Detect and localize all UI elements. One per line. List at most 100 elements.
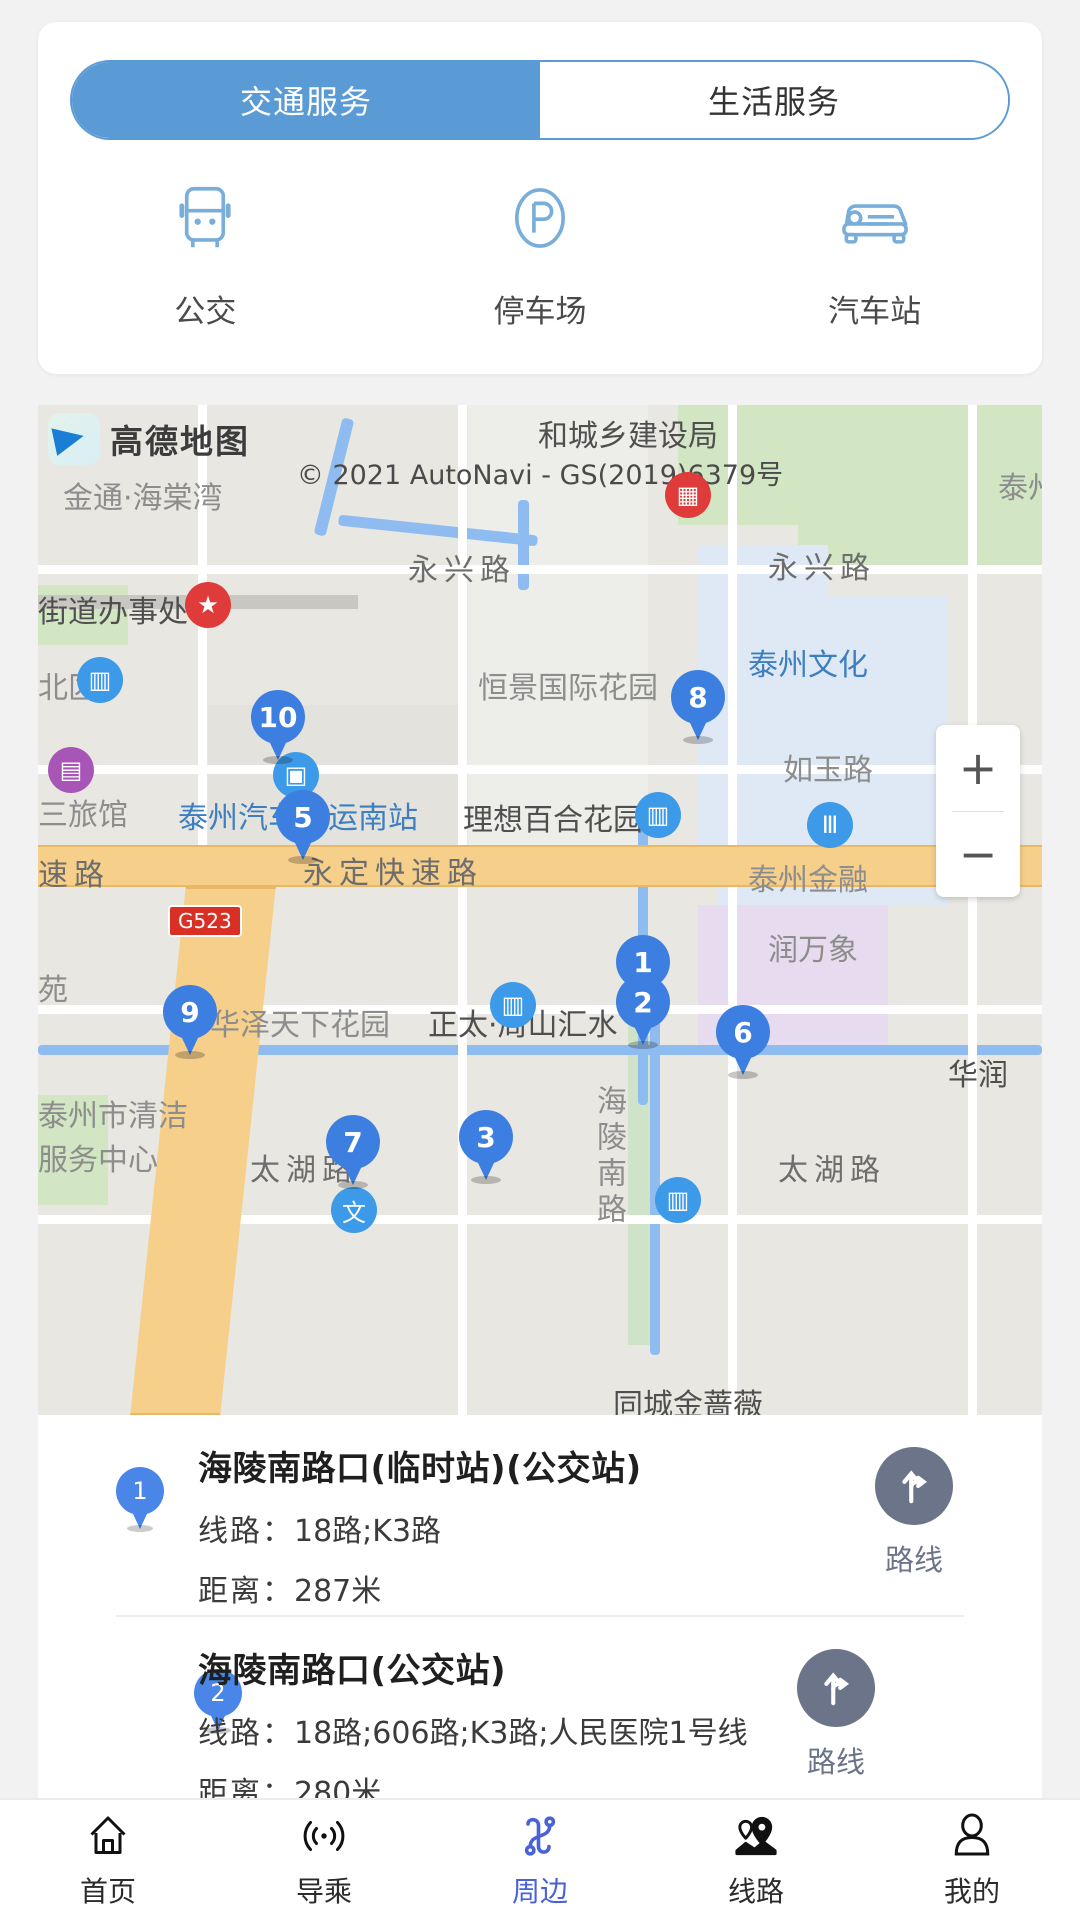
nav-item-lines-label: 线路 — [727, 1875, 784, 1908]
map-label: 街道办事处 — [38, 595, 188, 630]
nav-item-profile[interactable]: 我的 — [864, 1800, 1080, 1920]
map-label: 如玉路 — [783, 753, 873, 788]
map-pin[interactable]: 7 — [326, 1115, 380, 1189]
nav-item-nearby-label: 周边 — [511, 1875, 568, 1908]
route-button-label: 路线 — [806, 1745, 865, 1779]
route-button-label: 路线 — [884, 1543, 943, 1577]
metro-icon[interactable]: Ⅲ — [807, 802, 853, 848]
result-lines-row: 线路：18路;K3路 — [198, 1506, 842, 1550]
map-pin-shadow — [338, 1181, 368, 1189]
result-distance-value: 280米 — [294, 1776, 382, 1800]
map-label: 永兴路 — [768, 551, 876, 586]
signal-icon — [300, 1810, 348, 1862]
quick-action-car-station-label: 汽车站 — [828, 294, 922, 330]
tab-traffic-service-label: 交通服务 — [239, 83, 372, 121]
culture-icon[interactable]: 文 — [331, 1187, 377, 1233]
map-pin[interactable]: 3 — [459, 1110, 513, 1184]
map-label: 永定快速路 — [303, 856, 483, 891]
map-pin[interactable]: 8 — [671, 670, 725, 744]
nav-item-profile-label: 我的 — [943, 1875, 1000, 1908]
map-label: 和城乡建设局 — [538, 419, 718, 454]
building-icon[interactable]: ▥ — [655, 1177, 701, 1223]
result-title: 海陵南路口(临时站)(公交站) — [198, 1449, 642, 1489]
map-pin[interactable]: 5 — [276, 790, 330, 864]
nearby-results-list[interactable]: 1 海陵南路口(临时站)(公交站) 线路：18路;K3路 距离：287米 路线 … — [38, 1415, 1042, 1800]
tab-life-service[interactable]: 生活服务 — [540, 62, 1008, 138]
nav-item-nearby[interactable]: 周边 — [432, 1800, 648, 1920]
tab-life-service-label: 生活服务 — [707, 83, 840, 121]
route-fork-icon — [797, 1649, 875, 1727]
map-label: 苑 — [38, 973, 68, 1008]
quick-action-bus[interactable]: 公交 — [38, 172, 373, 331]
nearby-icon — [516, 1810, 564, 1862]
school-icon[interactable]: ▥ — [635, 792, 681, 838]
list-item[interactable]: 1 海陵南路口(临时站)(公交站) 线路：18路;K3路 距离：287米 路线 — [38, 1415, 1042, 1615]
map-pin[interactable]: 10 — [251, 690, 305, 764]
map-zoom-in-button[interactable]: + — [936, 725, 1020, 811]
home-icon — [84, 1810, 132, 1862]
map-label: 泰州 — [998, 471, 1042, 506]
map-zoom-controls[interactable]: + − — [936, 725, 1020, 897]
list-item[interactable]: 2 海陵南路口(公交站) 线路：18路;606路;K3路;人民医院1号线 距离：… — [116, 1615, 964, 1800]
lines-icon — [731, 1810, 781, 1862]
map-pin-shadow — [471, 1176, 501, 1184]
map-label: 润万象 — [768, 933, 858, 968]
hotel-icon[interactable]: ▤ — [48, 747, 94, 793]
result-lines-row: 线路：18路;606路;K3路;人民医院1号线 — [198, 1708, 842, 1752]
highway-shield-g523: G523 — [168, 905, 242, 937]
map-label: 华泽天下花园 — [210, 1008, 390, 1043]
result-lines-value: 18路;K3路 — [294, 1514, 442, 1549]
mall-icon[interactable]: ▥ — [490, 982, 536, 1028]
map-pin-shadow — [628, 1041, 658, 1049]
result-lines-label: 线路： — [198, 1514, 294, 1549]
result-distance-row: 距离：280米 — [198, 1768, 842, 1800]
amap-logo: 高德地图 — [48, 413, 250, 465]
map-pin-shadow — [175, 1051, 205, 1059]
map-copyright: © 2021 AutoNavi - GS(2019)6379号 — [296, 460, 784, 491]
quick-action-car-station[interactable]: 汽车站 — [707, 172, 1042, 331]
route-button[interactable]: 路线 — [766, 1649, 906, 1781]
map-label: 泰州文化 — [748, 648, 868, 683]
building-icon[interactable]: ▥ — [77, 657, 123, 703]
service-tab-switch[interactable]: 交通服务 生活服务 — [70, 60, 1010, 140]
map-pin-shadow — [263, 756, 293, 764]
map-pin[interactable]: 6 — [716, 1005, 770, 1079]
map-canvas: G523 高德地图 © 2021 AutoNavi - GS(2019)6379… — [38, 405, 1042, 1415]
route-fork-icon — [875, 1447, 953, 1525]
map-pin[interactable]: 9 — [163, 985, 217, 1059]
bottom-navigation: 首页 导乘 周边 线路 我的 — [0, 1798, 1080, 1920]
map-label: 金通·海棠湾 — [63, 481, 223, 516]
map-label: 速路 — [38, 858, 110, 893]
car-station-icon — [829, 172, 921, 264]
map-label: 永兴路 — [408, 553, 516, 588]
map-label: 恒景国际花园 — [478, 671, 658, 706]
bank-icon[interactable]: ▦ — [665, 472, 711, 518]
quick-action-bus-label: 公交 — [174, 294, 237, 330]
quick-action-parking-label: 停车场 — [493, 294, 587, 330]
result-distance-value: 287米 — [294, 1574, 382, 1609]
tab-traffic-service[interactable]: 交通服务 — [72, 62, 540, 138]
result-lines-label: 线路： — [198, 1716, 294, 1751]
result-lines-value: 18路;606路;K3路;人民医院1号线 — [294, 1716, 748, 1751]
map-label: 太湖路 — [778, 1153, 886, 1188]
amap-logo-text: 高德地图 — [110, 422, 250, 461]
map-label: 同城金蔷薇 — [613, 1388, 763, 1415]
result-title: 海陵南路口(公交站) — [198, 1651, 507, 1691]
app-root: 交通服务 生活服务 公交 停车场 汽车站 G523 高德地图 © 2021 Au… — [0, 0, 1080, 1920]
result-distance-label: 距离： — [198, 1574, 294, 1609]
map-zoom-out-button[interactable]: − — [936, 812, 1020, 898]
map-view[interactable]: G523 高德地图 © 2021 AutoNavi - GS(2019)6379… — [38, 405, 1042, 1415]
nav-item-home[interactable]: 首页 — [0, 1800, 216, 1920]
amap-logo-icon — [48, 413, 100, 465]
quick-action-parking[interactable]: 停车场 — [373, 172, 708, 331]
route-button[interactable]: 路线 — [844, 1447, 984, 1579]
map-label: 海陵南路 — [591, 1085, 626, 1229]
result-distance-label: 距离： — [198, 1776, 294, 1800]
map-pin[interactable]: 2 — [616, 975, 670, 1049]
map-pin-shadow — [288, 856, 318, 864]
map-label: 泰州金融 — [748, 863, 868, 898]
nav-item-lines[interactable]: 线路 — [648, 1800, 864, 1920]
result-distance-row: 距离：287米 — [198, 1566, 842, 1610]
nav-item-guide[interactable]: 导乘 — [216, 1800, 432, 1920]
star-icon[interactable]: ★ — [185, 582, 231, 628]
